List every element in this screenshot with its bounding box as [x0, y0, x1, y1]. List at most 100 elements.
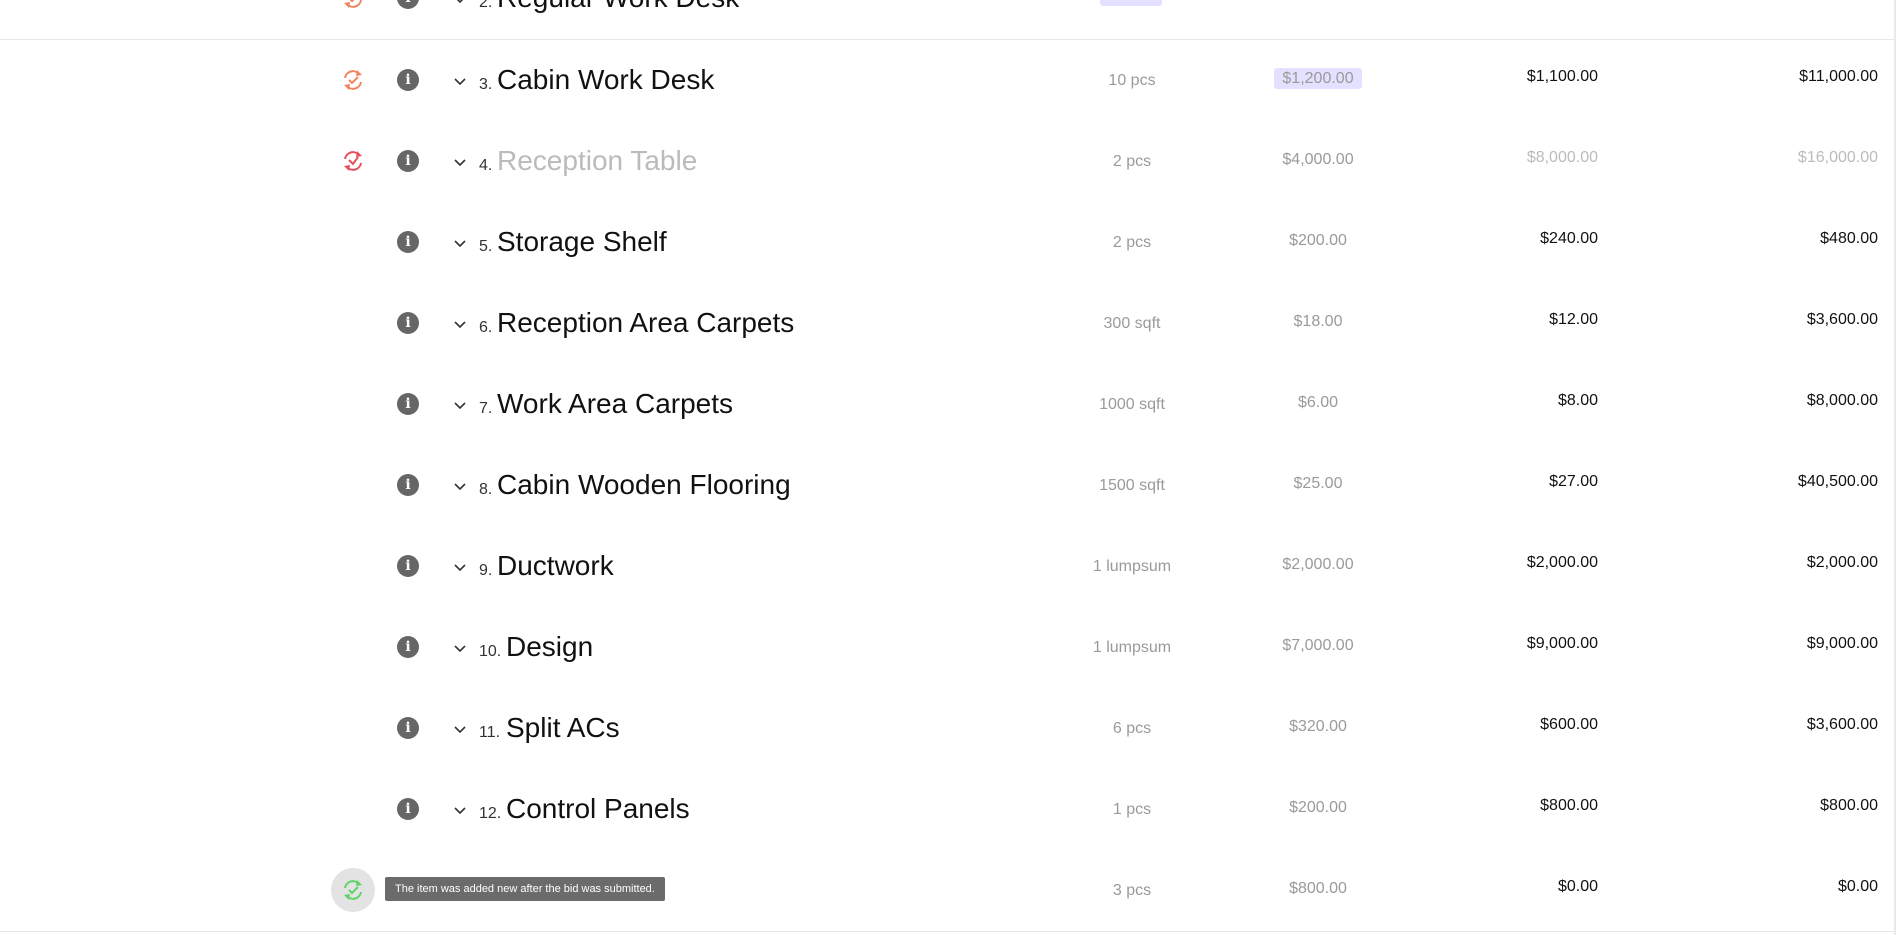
chevron-down-icon[interactable]	[452, 235, 468, 251]
bid-price-cell: $1,100.00	[1526, 68, 1598, 85]
quantity-cell: 6 pcs	[1112, 720, 1152, 737]
unit-price-cell: $320.00	[1289, 718, 1347, 735]
unit-price-cell: $4,000.00	[1282, 151, 1354, 168]
quantity-cell: 2 pcs	[1112, 153, 1152, 170]
item-number: 5.	[479, 238, 493, 255]
item-number: 4.	[479, 157, 493, 174]
bid-price-cell: $800.00	[1540, 797, 1598, 814]
item-number: 2.	[479, 0, 493, 11]
chevron-down-icon[interactable]	[452, 478, 468, 494]
total-cell: $480.00	[1820, 230, 1878, 247]
table-row[interactable]: i 4. Reception Table 2 pcs $4,000.00 $8,000.0…	[0, 121, 1894, 203]
unit-price-pill	[1100, 0, 1162, 6]
table-row[interactable]: i 12. Control Panels 1 pcs $200.00 $800.00 $80…	[0, 769, 1894, 851]
chevron-down-icon[interactable]	[452, 154, 468, 170]
item-number: 6.	[479, 319, 493, 336]
unit-price-cell: $7,000.00	[1282, 637, 1354, 654]
item-number: 10.	[479, 643, 502, 660]
total-cell: $40,500.00	[1797, 473, 1878, 490]
table-row[interactable]: i 7. Work Area Carpets 1000 sqft $6.00 $8.00 $…	[0, 364, 1894, 446]
quantity-cell: 1000 sqft	[1099, 396, 1165, 413]
total-cell: $800.00	[1820, 797, 1878, 814]
sync-check-orange-icon[interactable]	[340, 67, 366, 93]
table-row[interactable]: i 10. Design 1 lumpsum $7,000.00 $9,000.00 $9,…	[0, 607, 1894, 689]
total-cell: $11,000.00	[1799, 68, 1878, 85]
unit-price-cell: $6.00	[1297, 394, 1339, 411]
unit-price-cell: $200.00	[1289, 799, 1347, 816]
chevron-down-icon[interactable]	[452, 721, 468, 737]
quantity-cell: 2 pcs	[1112, 234, 1152, 251]
chevron-down-icon[interactable]	[452, 802, 468, 818]
bid-price-cell: $27.00	[1549, 473, 1598, 490]
table-row[interactable]: i 9. Ductwork 1 lumpsum $2,000.00 $2,000.00 $2…	[0, 526, 1894, 608]
bid-price-cell: $8,000.00	[1526, 149, 1598, 166]
quantity-cell: 10 pcs	[1108, 72, 1156, 89]
bid-price-cell: $9,000.00	[1526, 635, 1598, 652]
item-name: Cabin Work Desk	[497, 64, 715, 95]
item-number: 9.	[479, 562, 493, 579]
chevron-down-icon[interactable]	[452, 640, 468, 656]
chevron-down-icon[interactable]	[452, 559, 468, 575]
item-name: Split ACs	[506, 712, 620, 743]
total-cell: $2,000.00	[1806, 554, 1878, 571]
info-icon[interactable]: i	[397, 474, 419, 496]
info-icon[interactable]: i	[397, 312, 419, 334]
quantity-cell: 1 lumpsum	[1092, 639, 1172, 656]
sync-check-orange-icon[interactable]	[340, 0, 366, 11]
unit-price-cell: $200.00	[1289, 232, 1347, 249]
total-cell: $16,000.00	[1797, 149, 1878, 166]
unit-price-cell: $800.00	[1289, 880, 1347, 897]
total-cell: $0.00	[1837, 878, 1878, 895]
quantity-cell: 1 pcs	[1112, 801, 1152, 818]
table-row[interactable]: i13.Coffee Table3 pcs$800.00$0.00$0.00	[0, 850, 1894, 932]
table-row[interactable]: i 3. Cabin Work Desk 10 pcs $1,200.00 $1,100.…	[0, 40, 1894, 122]
quantity-cell: 1 lumpsum	[1092, 558, 1172, 575]
unit-price-cell: $1,200.00	[1230, 68, 1406, 89]
table-row[interactable]: i 8. Cabin Wooden Flooring 1500 sqft $25.00 $…	[0, 445, 1894, 527]
item-name: Storage Shelf	[497, 226, 667, 257]
info-icon[interactable]: i	[397, 150, 419, 172]
item-name: Reception Area Carpets	[497, 307, 795, 338]
unit-price-cell: $25.00	[1293, 475, 1343, 492]
item-number: 11.	[479, 724, 501, 741]
line-items-table: i 2. Regular Work Desk i 3.Cabin Work Des…	[0, 0, 1896, 935]
info-icon[interactable]: i	[397, 0, 419, 9]
info-icon[interactable]: i	[397, 798, 419, 820]
total-cell: $8,000.00	[1806, 392, 1878, 409]
table-row[interactable]: i 5. Storage Shelf 2 pcs $200.00 $240.00 $480.…	[0, 202, 1894, 284]
chevron-down-icon[interactable]	[452, 73, 468, 89]
info-icon[interactable]: i	[397, 555, 419, 577]
info-icon[interactable]: i	[397, 231, 419, 253]
item-name: Ductwork	[497, 550, 614, 581]
item-name: Work Area Carpets	[497, 388, 734, 419]
chevron-down-icon[interactable]	[452, 316, 468, 332]
sync-check-green-icon	[344, 880, 362, 900]
item-name: Regular Work Desk	[497, 0, 739, 14]
bid-price-cell: $0.00	[1557, 878, 1598, 895]
sync-x-red-icon[interactable]	[340, 148, 366, 174]
table-row[interactable]: i 6. Reception Area Carpets 300 sqft $18.00 $…	[0, 283, 1894, 365]
bid-price-cell: $2,000.00	[1526, 554, 1598, 571]
item-number: 12.	[479, 805, 502, 822]
chevron-down-icon[interactable]	[452, 0, 468, 7]
quantity-cell: 3 pcs	[1112, 882, 1152, 899]
table-row-partial[interactable]: i 2. Regular Work Desk	[0, 0, 1894, 40]
info-icon[interactable]: i	[397, 717, 419, 739]
chevron-down-icon[interactable]	[452, 397, 468, 413]
quantity-cell: 300 sqft	[1103, 315, 1161, 332]
bid-price-cell: $12.00	[1549, 311, 1598, 328]
bid-price-cell: $8.00	[1557, 392, 1598, 409]
info-icon[interactable]: i	[397, 393, 419, 415]
info-icon[interactable]: i	[397, 636, 419, 658]
info-icon[interactable]: i	[397, 69, 419, 91]
bid-price-cell: $240.00	[1540, 230, 1598, 247]
item-name: Reception Table	[497, 145, 698, 176]
table-row[interactable]: i 11. Split ACs 6 pcs $320.00 $600.00 $3,600.0…	[0, 688, 1894, 770]
unit-price-cell: $18.00	[1293, 313, 1343, 330]
total-cell: $3,600.00	[1806, 311, 1878, 328]
item-name: Cabin Wooden Flooring	[497, 469, 791, 500]
item-number: 7.	[479, 400, 493, 417]
item-name: Design	[506, 631, 594, 662]
total-cell: $3,600.00	[1806, 716, 1878, 733]
status-hover-indicator[interactable]	[331, 868, 375, 912]
